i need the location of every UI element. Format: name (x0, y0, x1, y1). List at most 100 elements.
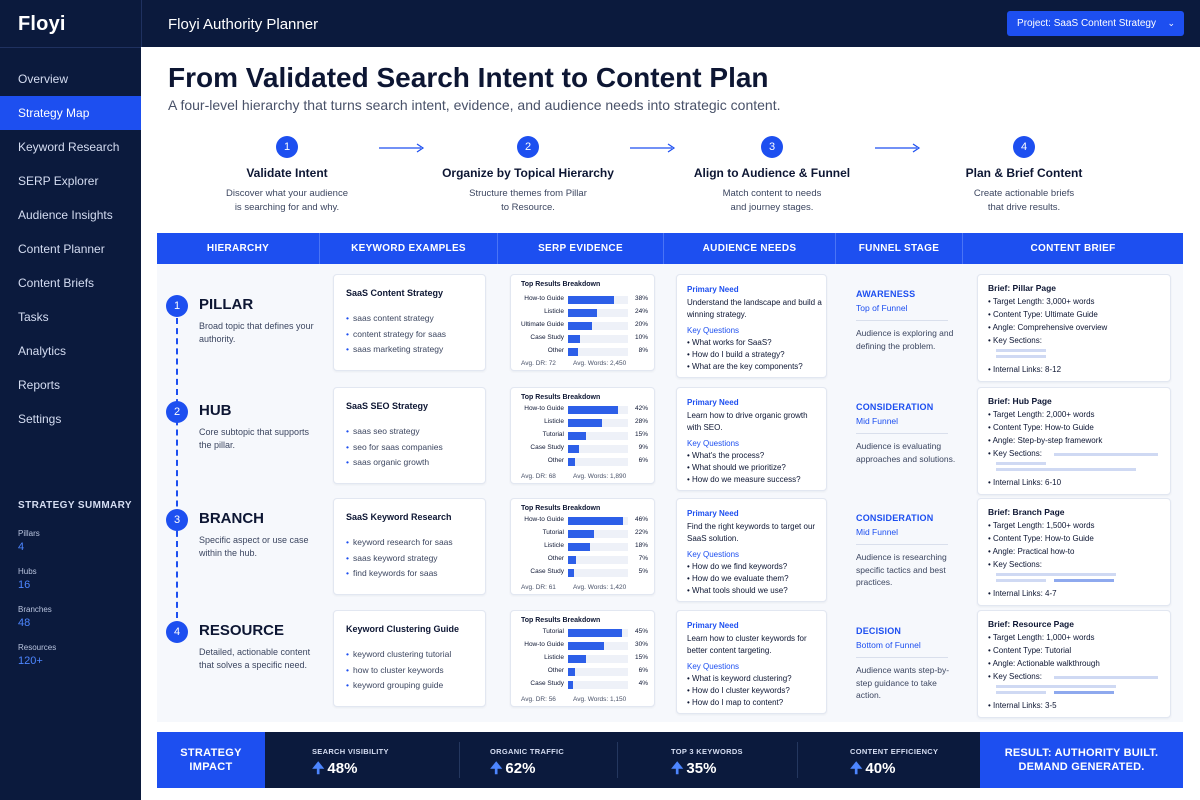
audience-card[interactable]: Primary Need Learn how to cluster keywor… (676, 610, 827, 714)
serp-avg-dr: Avg. DR: 61 (521, 584, 556, 591)
keyword-card[interactable]: SaaS Content Strategy • saas content stra… (333, 274, 486, 371)
serp-track (568, 668, 628, 676)
list-item: • keyword grouping guide (346, 680, 444, 690)
funnel-stage: DECISION Bottom of Funnel Audience wants… (856, 626, 956, 702)
audience-card[interactable]: Primary Need Learn how to drive organic … (676, 387, 827, 491)
brief-card[interactable]: Brief: Resource Page • Target Length: 1,… (977, 610, 1171, 718)
funnel-stage: CONSIDERATION Mid Funnel Audience is res… (856, 513, 956, 589)
keyword-card-title: SaaS Keyword Research (346, 512, 452, 522)
serp-pct: 6% (638, 667, 648, 674)
serp-row: Case Study 9% (511, 443, 656, 456)
keyword-card[interactable]: SaaS SEO Strategy • saas seo strategy • se… (333, 387, 486, 484)
serp-pct: 30% (634, 641, 648, 648)
section-placeholder (1054, 691, 1114, 694)
brief-line: • Target Length: 1,500+ words (988, 521, 1095, 530)
sidebar-item-overview[interactable]: Overview (0, 62, 141, 96)
serp-label: Other (547, 667, 564, 674)
divider (459, 742, 460, 778)
serp-row: Other 8% (511, 346, 656, 359)
brief-title: Brief: Branch Page (988, 507, 1065, 517)
brief-line: • Content Type: Ultimate Guide (988, 310, 1098, 319)
serp-card[interactable]: Top Results Breakdown How-to Guide 38% Li… (510, 274, 655, 371)
serp-pct: 28% (634, 418, 648, 425)
serp-card-title: Top Results Breakdown (521, 505, 601, 512)
level-name: PILLAR (199, 296, 254, 313)
question-item: • What works for SaaS? (687, 338, 772, 347)
question-item: • How do I map to content? (687, 698, 784, 707)
list-item: • how to cluster keywords (346, 664, 444, 675)
summary-item-hubs: Hubs 16 (18, 567, 138, 605)
sidebar-item-content-briefs[interactable]: Content Briefs (0, 266, 141, 300)
brief-card[interactable]: Brief: Branch Page • Target Length: 1,50… (977, 498, 1171, 606)
serp-card[interactable]: Top Results Breakdown Tutorial 45% How-to… (510, 610, 655, 707)
strategy-summary-title: STRATEGY SUMMARY (18, 500, 132, 511)
step-number: 1 (276, 136, 298, 158)
sidebar-item-reports[interactable]: Reports (0, 368, 141, 402)
step-title: Validate Intent (246, 166, 328, 180)
step-number: 2 (517, 136, 539, 158)
serp-label: How-to Guide (524, 516, 564, 523)
project-selector-button[interactable]: Project: SaaS Content Strategy ⌄ (1007, 11, 1184, 36)
page-title: From Validated Search Intent to Content … (168, 62, 769, 93)
column-header-keyword-examples: KEYWORD EXAMPLES (320, 233, 498, 264)
serp-bar (568, 322, 592, 330)
divider (856, 433, 948, 434)
serp-label: Other (547, 457, 564, 464)
brief-title: Brief: Resource Page (988, 619, 1074, 629)
brief-title: Brief: Hub Page (988, 396, 1052, 406)
serp-pct: 10% (634, 334, 648, 341)
brief-line: • Angle: Practical how-to (988, 547, 1075, 556)
keyword-card[interactable]: Keyword Clustering Guide • keyword cluste… (333, 610, 486, 707)
brief-line: • Key Sections: (988, 449, 1042, 458)
audience-card[interactable]: Primary Need Find the right keywords to … (676, 498, 827, 602)
sidebar-item-analytics[interactable]: Analytics (0, 334, 141, 368)
level-description: Broad topic that defines your authority. (199, 321, 314, 344)
process-step-4: 4 Plan & Brief Content Create actionable… (924, 136, 1124, 215)
serp-pct: 4% (638, 680, 648, 687)
serp-label: Other (547, 555, 564, 562)
keyword-card[interactable]: SaaS Keyword Research • keyword research … (333, 498, 486, 595)
serp-label: Case Study (530, 680, 564, 687)
sidebar-item-settings[interactable]: Settings (0, 402, 141, 436)
audience-card[interactable]: Primary Need Understand the landscape an… (676, 274, 827, 378)
sidebar-item-keyword-research[interactable]: Keyword Research (0, 130, 141, 164)
serp-pct: 22% (634, 529, 648, 536)
brief-card[interactable]: Brief: Pillar Page • Target Length: 3,00… (977, 274, 1171, 382)
top-bar: Floyi Authority Planner Project: SaaS Co… (141, 0, 1200, 47)
sidebar-item-tasks[interactable]: Tasks (0, 300, 141, 334)
sidebar-item-audience-insights[interactable]: Audience Insights (0, 198, 141, 232)
brief-card[interactable]: Brief: Hub Page • Target Length: 2,000+ … (977, 387, 1171, 495)
strategy-impact-bar: STRATEGY IMPACT SEARCH VISIBILITY 🠉 48% OR… (157, 732, 1183, 788)
serp-row: Case Study 10% (511, 333, 656, 346)
question-item: • What's the process? (687, 451, 765, 460)
level-name: HUB (199, 402, 232, 419)
app-logo[interactable]: Floyi (18, 13, 66, 36)
serp-track (568, 569, 628, 577)
serp-track (568, 681, 628, 689)
serp-card[interactable]: Top Results Breakdown How-to Guide 42% Li… (510, 387, 655, 484)
serp-bar (568, 445, 579, 453)
list-item: • keyword research for saas (346, 537, 453, 547)
serp-row: How-to Guide 46% (511, 515, 656, 528)
sidebar-divider (0, 47, 141, 48)
level-description: Specific aspect or use case within the h… (199, 535, 309, 558)
serp-row: Listicle 18% (511, 541, 656, 554)
step-number: 4 (1013, 136, 1035, 158)
serp-card[interactable]: Top Results Breakdown How-to Guide 46% Tu… (510, 498, 655, 595)
strategy-summary: STRATEGY SUMMARY Pillars 4 Hubs 16 Branc… (18, 500, 138, 681)
keyword-card-title: SaaS SEO Strategy (346, 401, 429, 411)
serp-label: Ultimate Guide (521, 321, 564, 328)
sidebar-item-serp-explorer[interactable]: SERP Explorer (0, 164, 141, 198)
arrow-up-icon: 🠉 (671, 760, 684, 777)
step-description: Create actionable briefs that drive resul… (973, 188, 1075, 213)
sidebar-item-strategy-map[interactable]: Strategy Map (0, 96, 141, 130)
section-placeholder (996, 462, 1046, 465)
sidebar-item-content-planner[interactable]: Content Planner (0, 232, 141, 266)
primary-need-label: Primary Need (687, 398, 739, 407)
level-number: 3 (166, 509, 188, 531)
key-questions-label: Key Questions (687, 550, 740, 559)
funnel-description: Audience is evaluating approaches and so… (856, 441, 956, 464)
funnel-description: Audience is exploring and defining the p… (856, 328, 954, 351)
serp-bar (568, 348, 578, 356)
serp-row: How-to Guide 38% (511, 294, 656, 307)
